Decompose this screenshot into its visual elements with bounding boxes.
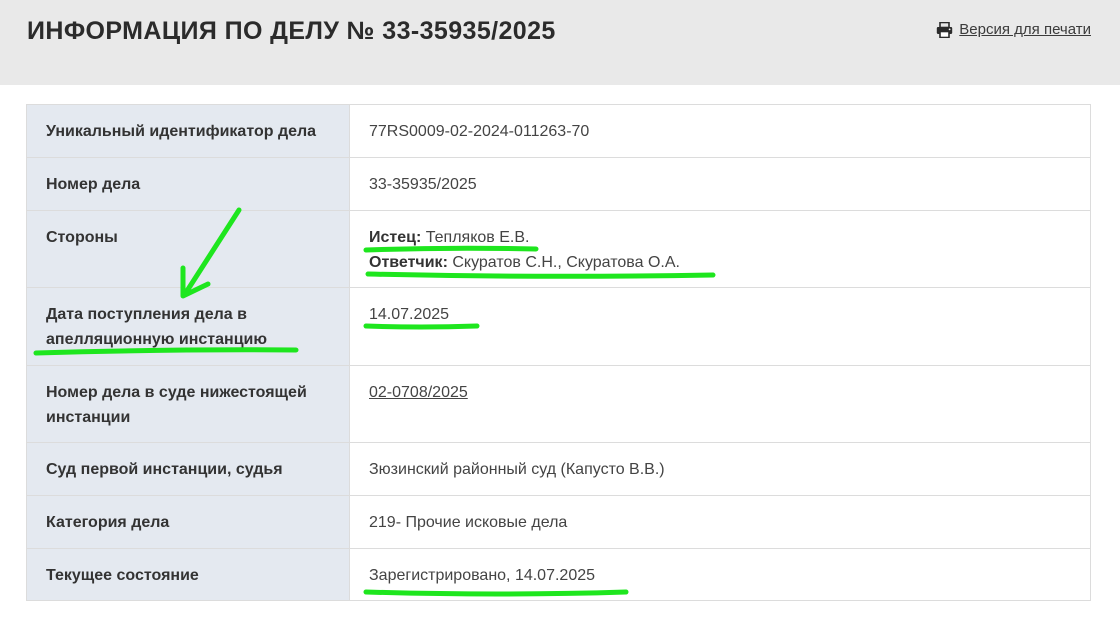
plaintiff-line: Истец: Тепляков Е.В. <box>369 225 1070 250</box>
row-label: Текущее состояние <box>26 548 350 601</box>
table-row: Суд первой инстанции, судья Зюзинский ра… <box>26 442 1091 496</box>
table-row: Стороны Истец: Тепляков Е.В. Ответчик: С… <box>26 210 1091 288</box>
lower-court-case-cell: 02-0708/2025 <box>349 365 1091 443</box>
row-label: Категория дела <box>26 495 350 549</box>
table-row: Категория дела 219- Прочие исковые дела <box>26 495 1091 549</box>
table-row: Уникальный идентификатор дела 77RS0009-0… <box>26 104 1091 158</box>
case-number-value: 33-35935/2025 <box>349 157 1091 211</box>
table-row: Номер дела 33-35935/2025 <box>26 157 1091 211</box>
print-version-link[interactable]: Версия для печати <box>936 21 1091 38</box>
appeal-date-value: 14.07.2025 <box>349 287 1091 366</box>
header-band: ИНФОРМАЦИЯ ПО ДЕЛУ № 33-35935/2025 Верси… <box>0 0 1120 85</box>
row-label: Суд первой инстанции, судья <box>26 442 350 496</box>
row-label: Стороны <box>26 210 350 288</box>
parties-value: Истец: Тепляков Е.В. Ответчик: Скуратов … <box>349 210 1091 288</box>
row-label: Номер дела <box>26 157 350 211</box>
first-instance-court-value: Зюзинский районный суд (Капусто В.В.) <box>349 442 1091 496</box>
plaintiff-value: Тепляков Е.В. <box>425 229 530 246</box>
current-status-value: Зарегистрировано, 14.07.2025 <box>349 548 1091 601</box>
lower-court-case-link[interactable]: 02-0708/2025 <box>369 384 468 401</box>
case-info-page: ИНФОРМАЦИЯ ПО ДЕЛУ № 33-35935/2025 Верси… <box>0 0 1120 637</box>
table-row: Номер дела в суде нижестоящей инстанции … <box>26 365 1091 443</box>
defendant-value: Скуратов С.Н., Скуратова О.А. <box>452 254 680 271</box>
row-label: Дата поступления дела в апелляционную ин… <box>26 287 350 366</box>
case-uid-value: 77RS0009-02-2024-011263-70 <box>349 104 1091 158</box>
page-title: ИНФОРМАЦИЯ ПО ДЕЛУ № 33-35935/2025 <box>27 17 556 45</box>
defendant-label: Ответчик: <box>369 254 448 271</box>
table-row: Дата поступления дела в апелляционную ин… <box>26 287 1091 366</box>
print-version-label: Версия для печати <box>959 21 1091 38</box>
plaintiff-label: Истец: <box>369 229 422 246</box>
case-details-table: Уникальный идентификатор дела 77RS0009-0… <box>26 104 1091 601</box>
printer-icon <box>936 21 953 38</box>
defendant-line: Ответчик: Скуратов С.Н., Скуратова О.А. <box>369 250 1070 275</box>
row-label: Уникальный идентификатор дела <box>26 104 350 158</box>
case-category-value: 219- Прочие исковые дела <box>349 495 1091 549</box>
table-row: Текущее состояние Зарегистрировано, 14.0… <box>26 548 1091 601</box>
row-label: Номер дела в суде нижестоящей инстанции <box>26 365 350 443</box>
